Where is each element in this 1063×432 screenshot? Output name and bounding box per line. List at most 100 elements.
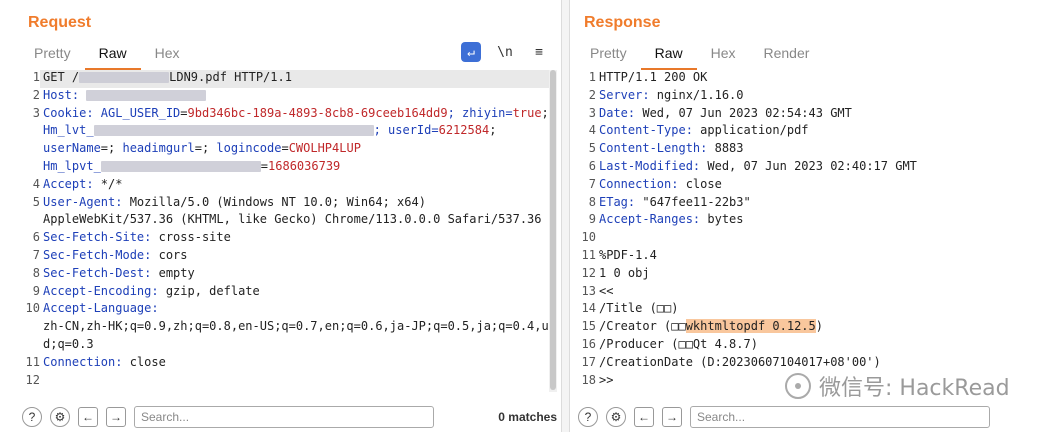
line-number: 10 [581,230,596,245]
header-value: = [281,141,289,156]
code-line: d;q=0.3 [40,337,557,355]
request-scrollbar[interactable] [549,70,557,392]
line-number: 11 [25,354,40,369]
code-line: Hm_lpvt_ =1686036739 [40,159,557,177]
request-toolbar: ↵ \n ≡ [461,42,549,62]
wrap-lines-icon[interactable]: ↵ [461,42,481,62]
code-line: /Creator (□□wkhtmltopdf 0.12.5) [596,319,1043,337]
redacted-block [93,125,374,137]
response-tabs: Pretty Raw Hex Render [576,42,824,70]
settings-icon[interactable]: ⚙ [606,407,626,427]
header-key: Accept-Encoding: [43,283,166,298]
header-key: Content-Type: [599,123,701,138]
header-value: /Title (□□) [599,301,679,316]
header-value: application/pdf [700,123,809,138]
code-line: Sec-Fetch-Site: cross-site [40,230,557,248]
header-value: Mozilla/5.0 (Windows NT 10.0; Win64; x64… [129,194,426,209]
search-input[interactable]: Search... [690,406,990,428]
header-value: 1 0 obj [599,265,650,280]
header-key: Server: [599,87,657,102]
code-line: Host: [40,88,557,106]
header-value: /Producer (□□Qt 4.8.7) [599,337,758,351]
code-line: User-Agent: Mozilla/5.0 (Windows NT 10.0… [40,195,557,213]
line-number: 12 [581,265,596,280]
line-number: 3 [588,105,596,120]
tab-raw[interactable]: Raw [84,42,141,70]
header-key: logincode [216,141,282,156]
header-key: Accept: [43,176,101,191]
redacted-block [86,89,207,101]
header-value: CWOLHP4LUP [288,141,361,156]
line-number: 9 [588,212,596,227]
code-line: %PDF-1.4 [596,248,1043,266]
header-key: headimgurl [122,141,195,156]
line-number: 8 [588,194,596,209]
line-number: 8 [32,265,40,280]
response-editor[interactable]: 1 HTTP/1.1 200 OK 2 Server: nginx/1.16.0 3 Da… [570,70,1043,402]
tab-hex[interactable]: Hex [141,42,194,68]
header-value: 6212584 [438,123,490,138]
response-panel: Response Pretty Raw Hex Render 1 HTTP/1.1… [570,0,1063,432]
header-key: userName [43,141,101,156]
code-line: userName=; headimgurl=; logincode=CWOLHP… [40,141,557,159]
forward-arrow-icon[interactable]: → [106,407,126,427]
header-key: Connection: [43,354,130,369]
header-key: ; userId= [373,123,439,138]
request-tabs: Pretty Raw Hex [20,42,194,70]
search-input[interactable]: Search... [134,406,434,428]
code-line: Accept-Language: [40,301,557,319]
header-value: >> [599,372,614,387]
request-title: Request [28,14,92,31]
header-key: Date: [599,105,643,120]
tab-render[interactable]: Render [750,42,824,68]
tab-hex[interactable]: Hex [697,42,750,68]
header-key: Last-Modified: [599,159,708,173]
line-number: 16 [581,337,596,351]
header-key: ETag: [599,194,643,209]
back-arrow-icon[interactable]: ← [634,407,654,427]
header-value: = [260,159,269,173]
header-value: "647fee11-22b3" [642,194,751,209]
header-value: HTTP/1.1 200 OK [599,70,708,84]
header-value: Wed, 07 Jun 2023 02:40:17 GMT [707,159,917,173]
code-line: 1 0 obj [596,266,1043,284]
line-number: 2 [588,87,596,102]
tab-raw[interactable]: Raw [640,42,697,70]
code-line: Accept-Ranges: bytes [596,212,1043,230]
menu-icon[interactable]: ≡ [529,42,549,62]
panel-divider[interactable] [561,0,570,432]
tab-pretty[interactable]: Pretty [20,42,85,68]
line-number: 18 [581,372,596,387]
header-value: empty [158,265,195,280]
settings-icon[interactable]: ⚙ [50,407,70,427]
line-number: 11 [581,248,596,262]
code-line: Sec-Fetch-Mode: cors [40,248,557,266]
highlighted-text: wkhtmltopdf 0.12.5 [685,319,816,334]
help-icon[interactable]: ? [22,407,42,427]
line-number: 7 [588,176,596,191]
header-key: Accept-Ranges: [599,212,708,227]
request-editor[interactable]: 1 GET / LDN9.pdf HTTP/1.1 2 Host: 3 Cookie: A… [14,70,557,402]
line-number: 13 [581,283,596,298]
forward-arrow-icon[interactable]: → [662,407,682,427]
header-value: ; [489,123,497,138]
line-number: 17 [581,354,596,369]
response-title: Response [584,14,661,31]
code-line: Content-Type: application/pdf [596,123,1043,141]
line-number: 7 [32,248,40,262]
tab-pretty[interactable]: Pretty [576,42,641,68]
show-newlines-icon[interactable]: \n [495,42,515,62]
header-value: GET / [43,70,80,84]
code-line: Last-Modified: Wed, 07 Jun 2023 02:40:17… [596,159,1043,177]
line-number: 12 [25,372,40,387]
header-value: << [599,283,614,298]
back-arrow-icon[interactable]: ← [78,407,98,427]
scroll-thumb[interactable] [550,70,556,390]
line-number: 10 [25,301,40,316]
header-value: */* [100,176,123,191]
line-number: 2 [32,87,40,102]
header-value: bytes [707,212,744,227]
help-icon[interactable]: ? [578,407,598,427]
header-value: /CreationDate (D:20230607104017+08'00') [599,354,881,369]
header-key: Cookie: AGL_USER_ID [43,105,181,120]
